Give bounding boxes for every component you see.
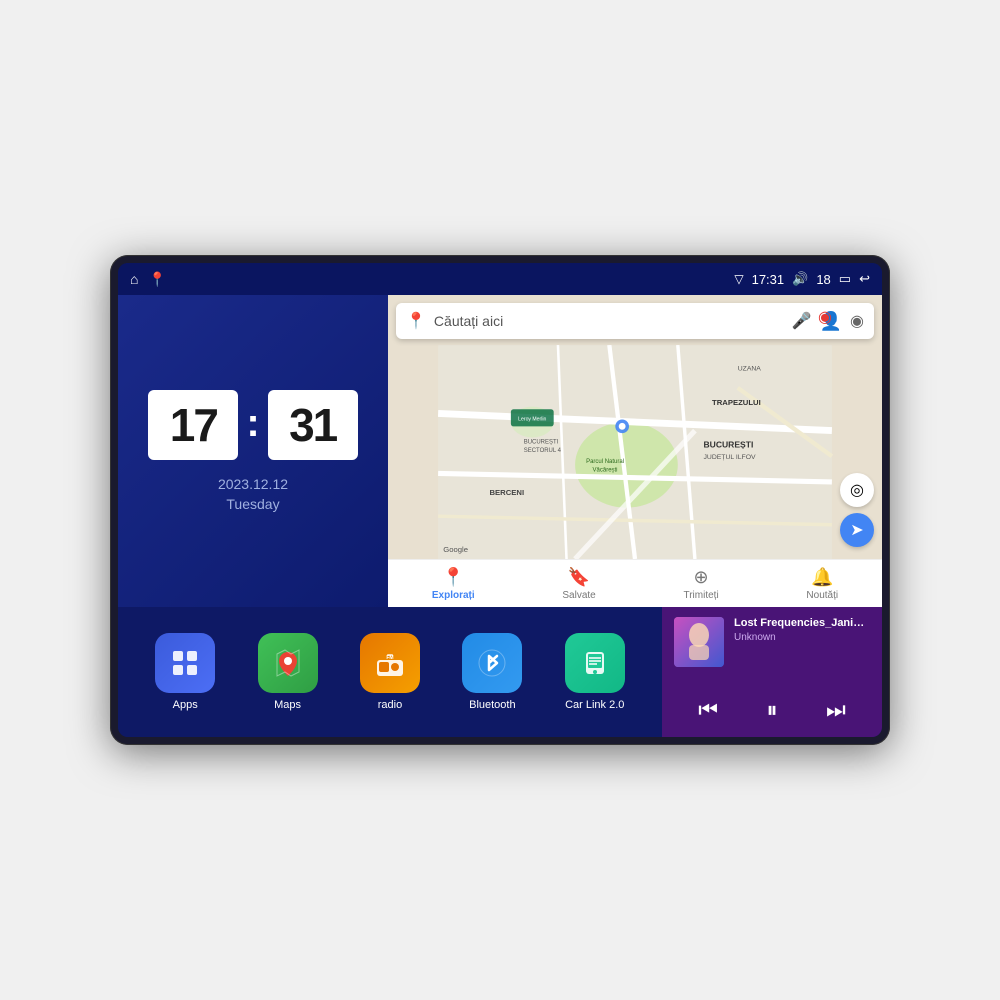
svg-text:BERCENI: BERCENI bbox=[489, 488, 524, 497]
clock-panel: 17 : 31 2023.12.12 Tuesday bbox=[118, 295, 388, 607]
map-navigate-btn[interactable]: ➤ bbox=[840, 513, 874, 547]
bluetooth-label: Bluetooth bbox=[469, 699, 515, 711]
music-controls: ⏮ ⏸ ⏭ bbox=[674, 693, 870, 727]
app-item-radio[interactable]: FM radio bbox=[360, 633, 420, 711]
music-next-btn[interactable]: ⏭ bbox=[818, 693, 854, 727]
maps-icon-box bbox=[258, 633, 318, 693]
apps-panel: Apps Maps bbox=[118, 607, 662, 737]
apps-label: Apps bbox=[173, 699, 198, 711]
music-details: Lost Frequencies_Janieck Devy-... Unknow… bbox=[734, 617, 870, 643]
news-label: Noutăți bbox=[806, 590, 838, 601]
day-display: Tuesday bbox=[218, 496, 288, 512]
map-nav-bar: 📍 Explorați 🔖 Salvate ⊕ Trimiteți 🔔 bbox=[388, 559, 882, 607]
battery-icon: ▭ bbox=[839, 271, 851, 287]
svg-text:SECTORUL 4: SECTORUL 4 bbox=[524, 448, 562, 454]
map-controls-right: ◎ ➤ bbox=[840, 473, 874, 547]
svg-text:BUCUREȘTI: BUCUREȘTI bbox=[524, 439, 559, 445]
svg-text:Leroy Merlin: Leroy Merlin bbox=[518, 416, 546, 422]
map-nav-explore[interactable]: 📍 Explorați bbox=[432, 567, 475, 601]
clock-colon: : bbox=[246, 401, 259, 446]
device: ⌂ 📍 ▽ 17:31 🔊 18 ▭ ↩ 17 : bbox=[110, 255, 890, 745]
date-info: 2023.12.12 Tuesday bbox=[218, 476, 288, 512]
saved-icon: 🔖 bbox=[568, 567, 590, 588]
music-panel: Lost Frequencies_Janieck Devy-... Unknow… bbox=[662, 607, 882, 737]
svg-text:Văcărești: Văcărești bbox=[593, 468, 618, 474]
map-search-bar[interactable]: 📍 Căutați aici 🎤 👤 ◉ bbox=[396, 303, 874, 339]
music-info: Lost Frequencies_Janieck Devy-... Unknow… bbox=[674, 617, 870, 667]
app-item-apps[interactable]: Apps bbox=[155, 633, 215, 711]
svg-text:Google: Google bbox=[443, 545, 468, 554]
saved-label: Salvate bbox=[562, 590, 595, 601]
explore-icon: 📍 bbox=[442, 567, 464, 588]
apps-icon-box bbox=[155, 633, 215, 693]
volume-level: 18 bbox=[816, 272, 830, 287]
clock-hours: 17 bbox=[148, 390, 238, 460]
music-album-art bbox=[674, 617, 724, 667]
map-nav-news[interactable]: 🔔 Noutăți bbox=[806, 567, 838, 601]
svg-text:FM: FM bbox=[386, 655, 393, 661]
radio-icon-box: FM bbox=[360, 633, 420, 693]
music-play-btn[interactable]: ⏸ bbox=[758, 693, 785, 727]
carlink-icon-box bbox=[565, 633, 625, 693]
map-location-btn[interactable]: ◎ bbox=[840, 473, 874, 507]
map-panel[interactable]: 📍 Căutați aici 🎤 👤 ◉ bbox=[388, 295, 882, 607]
status-left-icons: ⌂ 📍 bbox=[130, 271, 166, 288]
signal-icon: ▽ bbox=[734, 272, 743, 286]
clock-minutes: 31 bbox=[268, 390, 358, 460]
svg-text:Parcul Natural: Parcul Natural bbox=[586, 459, 624, 465]
share-label: Trimiteți bbox=[683, 590, 718, 601]
home-icon[interactable]: ⌂ bbox=[130, 271, 138, 287]
music-artist: Unknown bbox=[734, 632, 870, 643]
status-right-info: ▽ 17:31 🔊 18 ▭ ↩ bbox=[734, 271, 870, 287]
news-icon: 🔔 bbox=[811, 567, 833, 588]
svg-text:BUCUREȘTI: BUCUREȘTI bbox=[703, 440, 753, 450]
music-prev-btn[interactable]: ⏮ bbox=[690, 693, 726, 727]
time-display: 17:31 bbox=[752, 272, 785, 287]
status-bar: ⌂ 📍 ▽ 17:31 🔊 18 ▭ ↩ bbox=[118, 263, 882, 295]
svg-text:UZANA: UZANA bbox=[738, 366, 762, 373]
maps-logo-icon: 📍 bbox=[406, 311, 426, 331]
app-item-carlink[interactable]: Car Link 2.0 bbox=[565, 633, 625, 711]
device-screen: ⌂ 📍 ▽ 17:31 🔊 18 ▭ ↩ 17 : bbox=[118, 263, 882, 737]
app-item-maps[interactable]: Maps bbox=[258, 633, 318, 711]
radio-label: radio bbox=[378, 699, 402, 711]
volume-icon: 🔊 bbox=[792, 271, 808, 287]
main-content: 17 : 31 2023.12.12 Tuesday 📍 Căutați aic… bbox=[118, 295, 882, 737]
clock-display: 17 : 31 bbox=[148, 390, 357, 460]
maps-label: Maps bbox=[274, 699, 301, 711]
share-icon: ⊕ bbox=[694, 567, 709, 588]
svg-text:TRAPEZULUI: TRAPEZULUI bbox=[712, 398, 761, 407]
map-search-placeholder[interactable]: Căutați aici bbox=[434, 313, 784, 329]
svg-text:JUDEȚUL ILFOV: JUDEȚUL ILFOV bbox=[703, 454, 756, 461]
app-item-bluetooth[interactable]: Bluetooth bbox=[462, 633, 522, 711]
map-compass-icon: ◉ bbox=[818, 307, 832, 327]
layers-icon[interactable]: ◉ bbox=[850, 311, 864, 331]
music-title: Lost Frequencies_Janieck Devy-... bbox=[734, 617, 870, 629]
location-icon[interactable]: 📍 bbox=[148, 271, 165, 288]
map-nav-share[interactable]: ⊕ Trimiteți bbox=[683, 567, 718, 601]
top-section: 17 : 31 2023.12.12 Tuesday 📍 Căutați aic… bbox=[118, 295, 882, 607]
bottom-section: Apps Maps bbox=[118, 607, 882, 737]
carlink-label: Car Link 2.0 bbox=[565, 699, 624, 711]
voice-search-icon[interactable]: 🎤 bbox=[792, 311, 812, 331]
map-nav-saved[interactable]: 🔖 Salvate bbox=[562, 567, 595, 601]
bluetooth-icon-box bbox=[462, 633, 522, 693]
date-display: 2023.12.12 bbox=[218, 476, 288, 492]
explore-label: Explorați bbox=[432, 590, 475, 601]
map-background: TRAPEZULUI UZANA BUCUREȘTI JUDEȚUL ILFOV… bbox=[388, 345, 882, 559]
back-icon[interactable]: ↩ bbox=[859, 271, 870, 287]
